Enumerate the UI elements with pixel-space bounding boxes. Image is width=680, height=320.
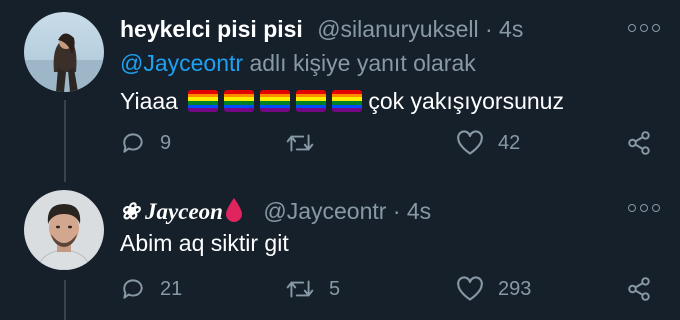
avatar-image [24,190,104,270]
like-count: 42 [498,131,521,154]
rainbow-flag-emoji [224,90,255,112]
reply-icon [123,133,143,153]
avatar[interactable] [24,12,104,92]
blood-drop-icon [225,198,242,222]
rainbow-flag-emoji [260,90,291,112]
tweet-text-start: Yiaaa [120,88,178,114]
tweet-text-end: çok yakışıyorsunuz [368,88,564,114]
avatar-image [24,12,104,92]
reply-icon [123,279,143,299]
more-options-icon[interactable] [628,204,660,212]
tweet-actions: 9 42 [120,130,660,160]
thread-line [64,100,66,182]
heart-icon [457,130,483,155]
tweet-text: Abim aq siktir git [120,230,289,256]
timestamp[interactable]: · 4s [393,198,431,224]
share-icon [628,277,650,301]
heart-icon [457,276,483,301]
reply-context-label: adlı kişiye yanıt olarak [249,50,476,76]
more-options-icon[interactable] [628,24,660,32]
rainbow-flag-emoji [188,90,219,112]
reply-button[interactable]: 9 [120,130,171,156]
retweet-button[interactable] [285,130,329,156]
timestamp[interactable]: · 4s [485,16,523,42]
reply-button[interactable]: 21 [120,276,182,302]
retweet-count: 5 [329,277,341,300]
like-count: 293 [498,277,532,300]
share-button[interactable] [626,130,652,156]
reply-context: @Jayceontr adlı kişiye yanıt olarak [120,48,476,78]
handle[interactable]: @Jayceontr [263,198,386,224]
thread-line [64,280,66,320]
display-name[interactable]: ❀ Jayceon [120,198,243,224]
tweet-actions: 21 5 293 [120,276,660,306]
avatar[interactable] [24,190,104,270]
retweet-icon [286,134,314,152]
share-button[interactable] [626,276,652,302]
rainbow-flag-emojis [188,88,368,114]
mention-link[interactable]: @Jayceontr [120,50,243,76]
reply-count: 21 [160,277,183,300]
share-icon [628,131,650,155]
rainbow-flag-emoji [332,90,363,112]
rainbow-flag-emoji [296,90,327,112]
tweet-header: heykelci pisi pisi @silanuryuksell · 4s [120,14,523,44]
tweet-header: ❀ Jayceon @Jayceontr · 4s [120,196,431,227]
like-button[interactable]: 293 [456,276,531,302]
reply-count: 9 [160,131,172,154]
retweet-icon [286,280,314,298]
display-name-text: ❀ Jayceon [120,199,223,224]
tweet-text: Yiaaa çok yakışıyorsunuz [120,86,564,116]
retweet-button[interactable]: 5 [285,276,340,302]
like-button[interactable]: 42 [456,130,520,156]
display-name[interactable]: heykelci pisi pisi [120,16,303,42]
handle[interactable]: @silanuryuksell [317,16,478,42]
